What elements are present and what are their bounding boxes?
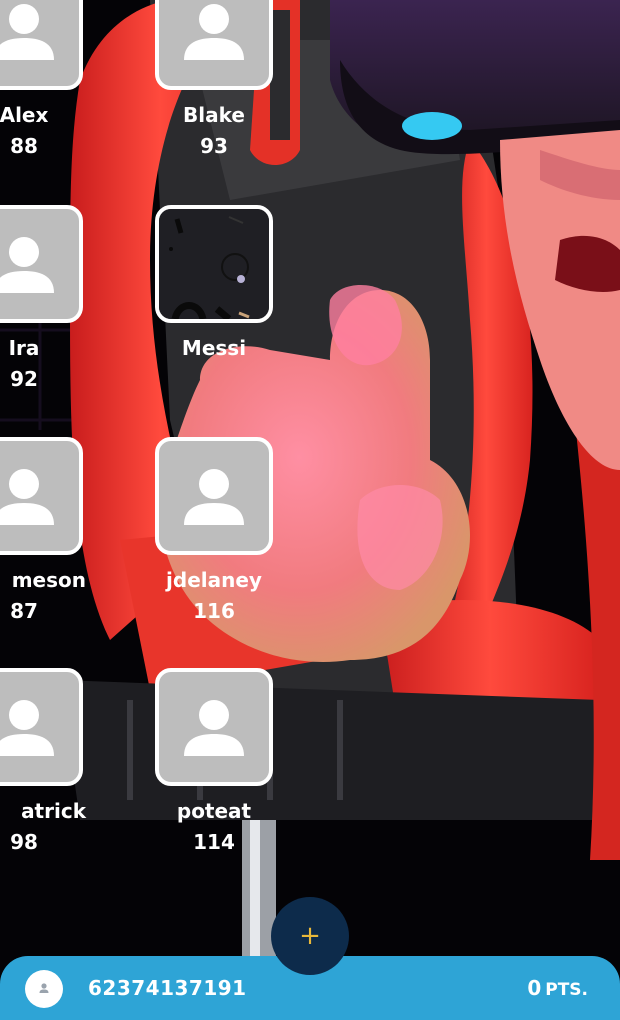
player-card[interactable]: poteat 114	[152, 668, 276, 855]
avatar	[0, 437, 83, 555]
player-score: 114	[193, 830, 235, 854]
player-name: Ira	[8, 336, 40, 360]
default-avatar-icon	[0, 4, 54, 60]
player-card[interactable]: Alex 88	[0, 0, 86, 159]
player-score: 88	[10, 134, 38, 158]
player-score: 93	[200, 134, 228, 158]
player-name: meson	[11, 568, 86, 592]
avatar	[0, 205, 83, 323]
player-card[interactable]: Ira 92	[0, 205, 86, 392]
player-card[interactable]: meson 87	[0, 437, 86, 624]
player-card[interactable]: jdelaney 116	[152, 437, 276, 624]
custom-photo	[159, 209, 269, 319]
player-name: Alex	[0, 103, 49, 127]
player-score: 92	[10, 367, 38, 391]
default-avatar-icon	[0, 237, 54, 293]
avatar	[0, 0, 83, 90]
default-avatar-icon	[184, 700, 244, 756]
player-score: 87	[10, 599, 38, 623]
player-name: poteat	[176, 799, 252, 823]
points-value: 0	[527, 976, 542, 1000]
avatar	[155, 437, 273, 555]
player-card[interactable]: Blake 93	[152, 0, 276, 159]
points-display: 0 PTS.	[527, 976, 588, 1000]
user-avatar[interactable]	[25, 970, 63, 1008]
leaderboard-screen: Alex 88 Blake 93 Ira 92 Messi meson 87 j…	[0, 0, 620, 1020]
player-score: 116	[193, 599, 235, 623]
user-id: 62374137191	[88, 976, 247, 1000]
default-avatar-icon	[184, 469, 244, 525]
player-score: 98	[10, 830, 38, 854]
background-illustration	[0, 0, 620, 1020]
plus-icon: +	[299, 921, 321, 951]
avatar	[155, 668, 273, 786]
default-avatar-icon	[0, 700, 54, 756]
add-button[interactable]: +	[271, 897, 349, 975]
player-card[interactable]: Messi	[152, 205, 276, 366]
points-unit: PTS.	[545, 980, 588, 1000]
default-avatar-icon	[184, 4, 244, 60]
avatar	[0, 668, 83, 786]
player-card[interactable]: atrick 98	[0, 668, 86, 855]
default-avatar-icon	[0, 469, 54, 525]
player-name: Messi	[181, 336, 247, 360]
player-name: Blake	[183, 103, 245, 127]
player-name: jdelaney	[166, 568, 262, 592]
user-icon	[39, 983, 49, 993]
avatar	[155, 205, 273, 323]
avatar	[155, 0, 273, 90]
player-name: atrick	[21, 799, 86, 823]
